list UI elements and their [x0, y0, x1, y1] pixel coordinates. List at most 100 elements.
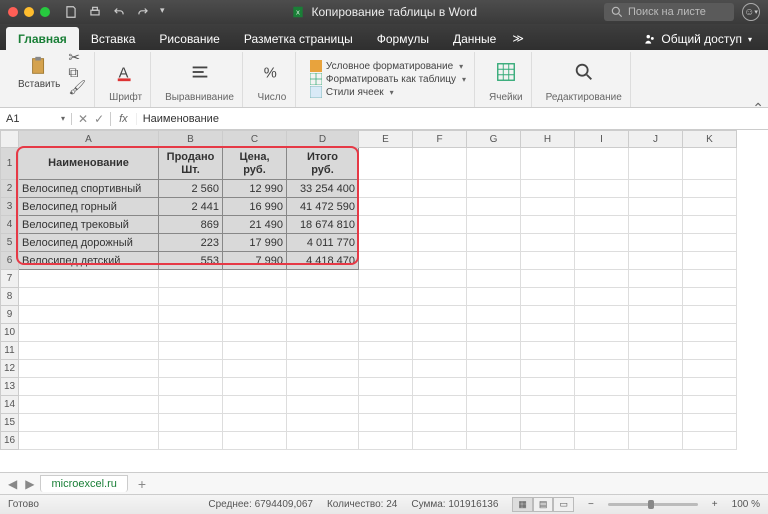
cell[interactable] [575, 198, 629, 216]
cell[interactable] [521, 432, 575, 450]
cell[interactable] [521, 198, 575, 216]
cell[interactable] [359, 360, 413, 378]
add-sheet-button[interactable]: + [132, 476, 152, 492]
col-header[interactable]: E [359, 131, 413, 148]
cut-icon[interactable]: ✂ [68, 50, 86, 64]
cell[interactable] [159, 432, 223, 450]
cell[interactable] [223, 414, 287, 432]
cell[interactable] [359, 234, 413, 252]
cell[interactable] [223, 270, 287, 288]
cell[interactable] [629, 324, 683, 342]
cell[interactable]: Велосипед горный [19, 198, 159, 216]
cell[interactable]: 7 990 [223, 252, 287, 270]
view-normal[interactable]: ▦ [512, 497, 533, 512]
cell[interactable] [629, 198, 683, 216]
view-break[interactable]: ▭ [553, 497, 574, 512]
cell[interactable] [575, 432, 629, 450]
cell-styles[interactable]: Стили ячеек▾ [310, 86, 466, 98]
cell[interactable] [521, 342, 575, 360]
cell[interactable] [413, 342, 467, 360]
cell[interactable] [629, 180, 683, 198]
cell[interactable] [159, 324, 223, 342]
cell[interactable] [521, 234, 575, 252]
row-header[interactable]: 13 [1, 378, 19, 396]
row-header[interactable]: 12 [1, 360, 19, 378]
cell[interactable]: 21 490 [223, 216, 287, 234]
cell[interactable] [287, 432, 359, 450]
cell[interactable] [575, 216, 629, 234]
cell[interactable] [629, 306, 683, 324]
cell[interactable] [359, 324, 413, 342]
cell[interactable] [413, 396, 467, 414]
cell[interactable] [683, 148, 737, 180]
cell[interactable] [413, 216, 467, 234]
cell[interactable] [359, 216, 413, 234]
col-header[interactable]: C [223, 131, 287, 148]
copy-icon[interactable]: ⧉ [68, 65, 86, 79]
cell[interactable] [19, 324, 159, 342]
accept-formula-icon[interactable]: ✓ [94, 112, 104, 126]
cell[interactable] [683, 396, 737, 414]
cell[interactable] [521, 270, 575, 288]
cell[interactable] [287, 378, 359, 396]
cell[interactable] [223, 432, 287, 450]
maximize-window-icon[interactable] [40, 7, 50, 17]
cell[interactable] [575, 396, 629, 414]
cell[interactable]: Велосипед спортивный [19, 180, 159, 198]
cell[interactable] [359, 148, 413, 180]
cell[interactable] [359, 432, 413, 450]
cell[interactable]: 17 990 [223, 234, 287, 252]
cell[interactable] [413, 234, 467, 252]
cell[interactable] [19, 306, 159, 324]
cell[interactable] [413, 414, 467, 432]
cell[interactable]: 18 674 810 [287, 216, 359, 234]
col-header[interactable]: I [575, 131, 629, 148]
sheet-nav-next[interactable]: ▶ [23, 477, 36, 491]
row-header[interactable]: 5 [1, 234, 19, 252]
cell[interactable] [521, 148, 575, 180]
tab-home[interactable]: Главная [6, 27, 79, 50]
cell[interactable]: 4 418 470 [287, 252, 359, 270]
cell[interactable] [629, 432, 683, 450]
cell[interactable] [575, 414, 629, 432]
cell[interactable] [359, 378, 413, 396]
cell[interactable] [287, 396, 359, 414]
cell[interactable] [287, 288, 359, 306]
zoom-level[interactable]: 100 % [732, 499, 760, 510]
row-header[interactable]: 4 [1, 216, 19, 234]
cell[interactable] [19, 378, 159, 396]
cell[interactable]: Итогоруб. [287, 148, 359, 180]
cell[interactable] [575, 306, 629, 324]
cell[interactable]: Велосипед дорожный [19, 234, 159, 252]
cell[interactable] [413, 432, 467, 450]
cell[interactable] [467, 360, 521, 378]
cell[interactable] [159, 414, 223, 432]
cell[interactable] [159, 306, 223, 324]
cell[interactable] [287, 324, 359, 342]
cell[interactable] [413, 288, 467, 306]
tab-layout[interactable]: Разметка страницы [232, 27, 365, 50]
cell[interactable] [223, 306, 287, 324]
cell[interactable] [629, 148, 683, 180]
cell[interactable] [19, 432, 159, 450]
cell[interactable] [683, 180, 737, 198]
cell[interactable]: 869 [159, 216, 223, 234]
format-painter-icon[interactable]: 🖌 [68, 80, 86, 94]
cell[interactable] [683, 432, 737, 450]
cell[interactable]: 12 990 [223, 180, 287, 198]
font-button[interactable]: A [111, 59, 141, 85]
cell[interactable] [359, 288, 413, 306]
cell[interactable] [287, 306, 359, 324]
cell[interactable] [521, 324, 575, 342]
cell[interactable]: Велосипед трековый [19, 216, 159, 234]
cell[interactable] [467, 216, 521, 234]
cell[interactable] [683, 198, 737, 216]
cell[interactable] [467, 378, 521, 396]
col-header[interactable]: B [159, 131, 223, 148]
row-header[interactable]: 2 [1, 180, 19, 198]
cell[interactable] [467, 234, 521, 252]
cell[interactable] [413, 198, 467, 216]
cell[interactable]: 16 990 [223, 198, 287, 216]
cell[interactable] [683, 306, 737, 324]
cell[interactable] [467, 306, 521, 324]
